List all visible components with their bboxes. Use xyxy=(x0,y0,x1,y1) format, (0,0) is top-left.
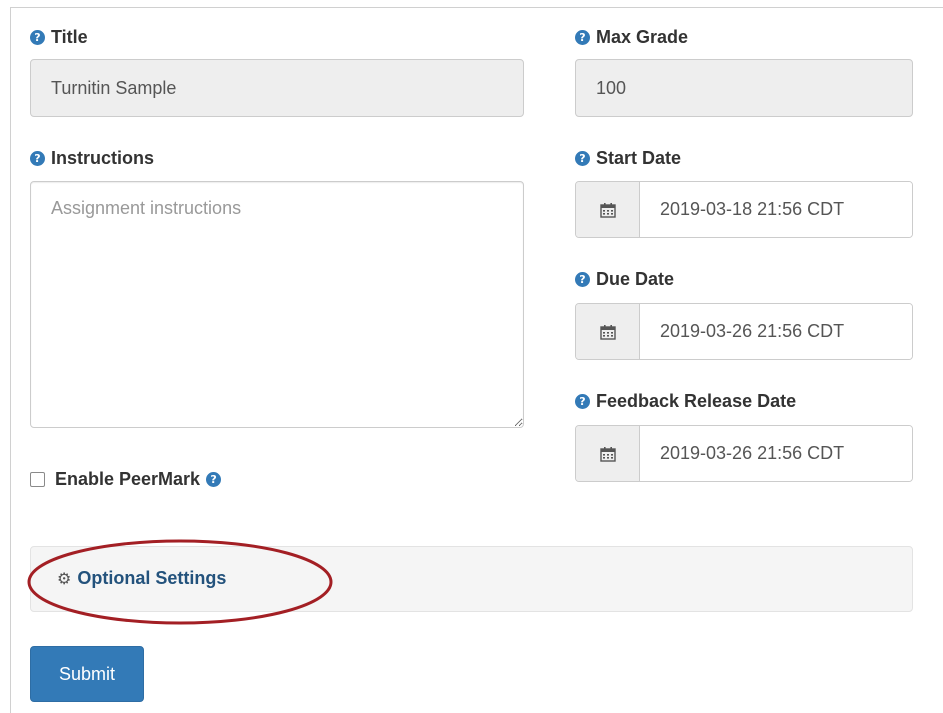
due-date-label: Due Date xyxy=(596,268,675,289)
help-icon[interactable]: ? xyxy=(575,271,590,287)
start-date-calendar-button[interactable] xyxy=(576,182,640,237)
help-icon[interactable]: ? xyxy=(30,29,45,45)
gear-icon: ⚙ xyxy=(57,569,72,588)
max-grade-label-row: ? Max Grade xyxy=(575,26,688,48)
feedback-release-date-input[interactable] xyxy=(640,426,912,481)
calendar-icon xyxy=(599,202,616,218)
calendar-icon xyxy=(599,446,616,462)
help-icon[interactable]: ? xyxy=(575,29,590,45)
due-date-group xyxy=(575,303,913,360)
peermark-label[interactable]: Enable PeerMark xyxy=(55,469,200,490)
title-label: Title xyxy=(51,26,88,47)
instructions-textarea[interactable] xyxy=(30,181,524,428)
max-grade-value: 100 xyxy=(596,77,627,98)
feedback-release-date-group xyxy=(575,425,913,482)
help-icon[interactable]: ? xyxy=(575,150,590,166)
max-grade-label: Max Grade xyxy=(596,26,689,47)
help-icon[interactable]: ? xyxy=(30,150,45,166)
title-field[interactable]: Turnitin Sample xyxy=(30,59,524,117)
optional-settings-label: Optional Settings xyxy=(77,568,227,588)
due-date-input[interactable] xyxy=(640,304,912,359)
help-icon[interactable]: ? xyxy=(206,472,222,487)
feedback-release-date-label: Feedback Release Date xyxy=(596,390,797,411)
max-grade-field[interactable]: 100 xyxy=(575,59,913,117)
feedback-release-date-label-row: ? Feedback Release Date xyxy=(575,390,796,412)
instructions-label: Instructions xyxy=(51,147,155,168)
optional-settings-link[interactable]: ⚙ Optional Settings xyxy=(57,568,226,589)
help-icon[interactable]: ? xyxy=(575,393,590,409)
start-date-label-row: ? Start Date xyxy=(575,147,681,169)
panel-top-border xyxy=(10,7,943,8)
start-date-group xyxy=(575,181,913,238)
due-date-calendar-button[interactable] xyxy=(576,304,640,359)
submit-button[interactable]: Submit xyxy=(30,646,144,702)
optional-settings-panel: ⚙ Optional Settings xyxy=(30,546,913,612)
start-date-label: Start Date xyxy=(596,147,682,168)
peermark-checkbox[interactable] xyxy=(30,472,45,487)
due-date-label-row: ? Due Date xyxy=(575,268,674,290)
feedback-release-date-calendar-button[interactable] xyxy=(576,426,640,481)
start-date-input[interactable] xyxy=(640,182,912,237)
title-value: Turnitin Sample xyxy=(51,77,177,98)
panel-left-border xyxy=(10,7,11,713)
calendar-icon xyxy=(599,324,616,340)
title-label-row: ? Title xyxy=(30,26,88,48)
instructions-label-row: ? Instructions xyxy=(30,147,154,169)
peermark-row: Enable PeerMark ? xyxy=(30,469,222,490)
